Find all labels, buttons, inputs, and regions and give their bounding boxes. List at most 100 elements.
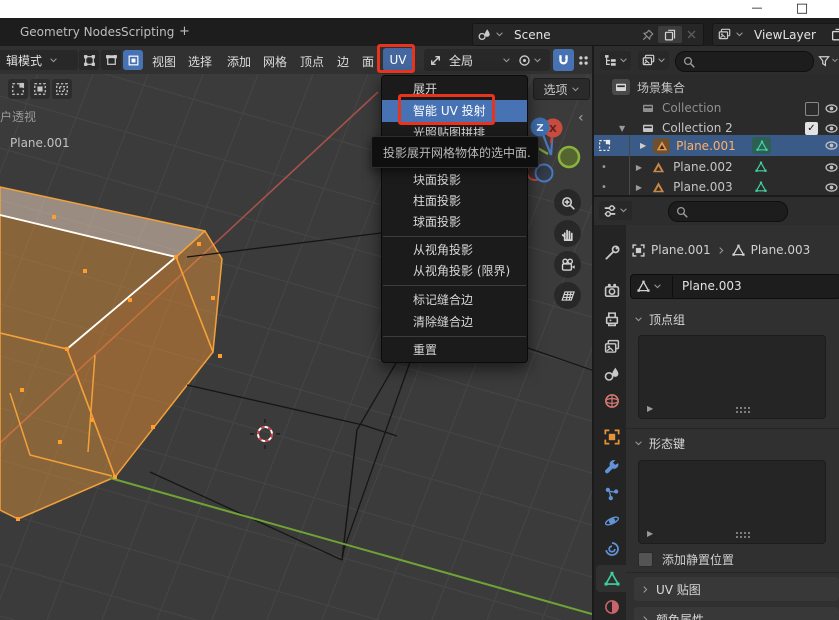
exclude-checkbox-checked[interactable]: ✓ [805, 122, 818, 135]
outliner-row-plane-003[interactable]: • ▶ Plane.003 [594, 177, 839, 195]
outliner-row-collection[interactable]: Collection [594, 98, 839, 118]
menu-item-reset[interactable]: 重置 [382, 340, 527, 361]
chevron-down-icon[interactable] [653, 282, 662, 291]
breadcrumb-object[interactable]: Plane.001 [651, 243, 711, 257]
add-rest-position-row[interactable]: 添加静置位置 [638, 551, 734, 568]
tab-particles[interactable] [604, 486, 620, 502]
workspace-tab-geometry-nodes[interactable]: Geometry Nodes [20, 25, 121, 39]
disclosure-closed-icon[interactable]: ▶ [640, 141, 646, 150]
outliner-display-mode-dropdown[interactable] [600, 51, 631, 70]
close-icon[interactable] [686, 29, 697, 40]
window-maximize-button[interactable]: □ [792, 0, 812, 17]
shape-keys-list[interactable]: ▶ [638, 460, 826, 544]
mesh-data-icon[interactable] [755, 161, 767, 173]
eye-icon[interactable] [825, 102, 838, 115]
menu-item-project-from-view-bounds[interactable]: 从视角投影 (限界) [382, 261, 527, 282]
tab-render[interactable] [604, 283, 620, 299]
new-scene-button[interactable] [658, 26, 682, 43]
tab-view-layer[interactable] [604, 339, 620, 355]
outliner-filter-dropdown[interactable] [638, 51, 669, 70]
list-expand-icon[interactable]: ▶ [647, 529, 653, 538]
mesh-data-icon[interactable] [755, 181, 767, 193]
list-expand-icon[interactable]: ▶ [647, 404, 653, 413]
uv-maps-panel-header[interactable]: UV 贴图 [634, 577, 839, 601]
eye-icon[interactable] [825, 161, 838, 174]
tab-modifiers[interactable] [604, 458, 620, 474]
menu-select[interactable]: 选择 [188, 53, 212, 70]
vertex-groups-list[interactable]: ▶ [638, 335, 826, 419]
snap-toggle-button[interactable] [553, 49, 574, 71]
outliner-filter-button[interactable] [818, 51, 839, 70]
pan-button[interactable] [554, 220, 581, 247]
chevron-down-icon[interactable] [735, 30, 744, 39]
list-resize-grip[interactable] [736, 407, 738, 409]
transform-orientation-dropdown[interactable]: 全局 [424, 49, 516, 71]
disclosure-closed-icon[interactable]: ▶ [636, 163, 642, 172]
list-resize-grip[interactable] [736, 532, 738, 534]
menu-face[interactable]: 面 [362, 53, 374, 70]
edge-select-mode-button[interactable] [101, 50, 121, 70]
viewlayer-name[interactable]: ViewLayer [754, 28, 827, 42]
eye-icon[interactable] [825, 139, 838, 152]
select-new-button[interactable] [8, 79, 28, 99]
add-rest-position-checkbox[interactable] [638, 552, 653, 567]
exclude-checkbox[interactable] [805, 102, 819, 116]
mesh-name-field[interactable]: Plane.003 [630, 274, 839, 299]
tab-output[interactable] [604, 311, 620, 327]
disclosure-open-icon[interactable]: ▼ [619, 124, 625, 133]
outliner-search-input[interactable] [675, 51, 814, 72]
disclosure-closed-icon[interactable]: ▶ [636, 183, 642, 192]
menu-add[interactable]: 添加 [227, 53, 251, 70]
tab-constraints[interactable] [604, 541, 620, 557]
options-button[interactable]: 选项 [533, 78, 590, 100]
menu-item-cylinder-projection[interactable]: 柱面投影 [382, 191, 527, 212]
workspace-tab-scripting[interactable]: Scripting [121, 25, 174, 39]
scene-name[interactable]: Scene [514, 28, 638, 42]
tab-object[interactable] [604, 429, 620, 445]
menu-mesh[interactable]: 网格 [263, 53, 287, 70]
menu-item-clear-seam[interactable]: 清除缝合边 [382, 311, 527, 333]
menu-item-sphere-projection[interactable]: 球面投影 [382, 212, 527, 233]
tab-scene[interactable] [604, 366, 620, 382]
vertex-groups-panel-header[interactable]: 顶点组 [634, 311, 685, 328]
tab-physics[interactable] [604, 513, 620, 529]
chevron-down-icon[interactable] [495, 30, 504, 39]
outliner-row-scene-collection[interactable]: 场景集合 [594, 77, 839, 97]
camera-view-button[interactable] [554, 251, 581, 278]
vertex-select-mode-button[interactable] [79, 50, 99, 70]
face-select-mode-button[interactable] [123, 50, 143, 70]
tab-material[interactable] [604, 599, 620, 615]
properties-search-input[interactable] [668, 201, 788, 222]
menu-item-mark-seam[interactable]: 标记缝合边 [382, 289, 527, 311]
tab-tool[interactable] [604, 245, 620, 261]
outliner-row-plane-002[interactable]: • ▶ Plane.002 [594, 157, 839, 177]
tab-world[interactable] [604, 393, 620, 409]
mode-selector[interactable]: 辑模式 [0, 50, 78, 70]
color-attributes-panel-header[interactable]: 颜色属性 [634, 607, 839, 620]
menu-item-cube-projection[interactable]: 块面投影 [382, 170, 527, 191]
properties-editor-type-dropdown[interactable] [599, 201, 632, 220]
pivot-point-dropdown[interactable] [510, 49, 550, 71]
tab-object-data[interactable] [604, 571, 620, 587]
select-extend-button[interactable] [30, 79, 50, 99]
menu-edge[interactable]: 边 [337, 53, 349, 70]
scene-selector[interactable]: Scene [472, 23, 704, 46]
shape-keys-panel-header[interactable]: 形态键 [634, 435, 685, 452]
ortho-toggle-button[interactable] [554, 282, 581, 309]
copy-icon[interactable] [831, 28, 839, 41]
mesh-name-value[interactable]: Plane.003 [672, 276, 839, 297]
breadcrumb-data[interactable]: Plane.003 [751, 243, 811, 257]
menu-vertex[interactable]: 顶点 [300, 53, 324, 70]
sidebar-collapse-arrow[interactable]: ‹ [578, 110, 584, 126]
outliner-row-plane-001[interactable]: ▶ Plane.001 [594, 135, 839, 156]
menu-view[interactable]: 视图 [152, 53, 176, 70]
viewlayer-selector[interactable]: ViewLayer [712, 23, 839, 46]
eye-icon[interactable] [825, 122, 838, 135]
proportional-editing-icon[interactable] [577, 54, 590, 67]
menu-item-project-from-view[interactable]: 从视角投影 [382, 240, 527, 261]
select-subtract-button[interactable] [52, 79, 72, 99]
window-minimize-button[interactable]: — [747, 1, 767, 17]
add-workspace-button[interactable]: + [179, 24, 190, 39]
mesh-data-badge[interactable] [752, 137, 771, 154]
eye-icon[interactable] [825, 181, 838, 194]
